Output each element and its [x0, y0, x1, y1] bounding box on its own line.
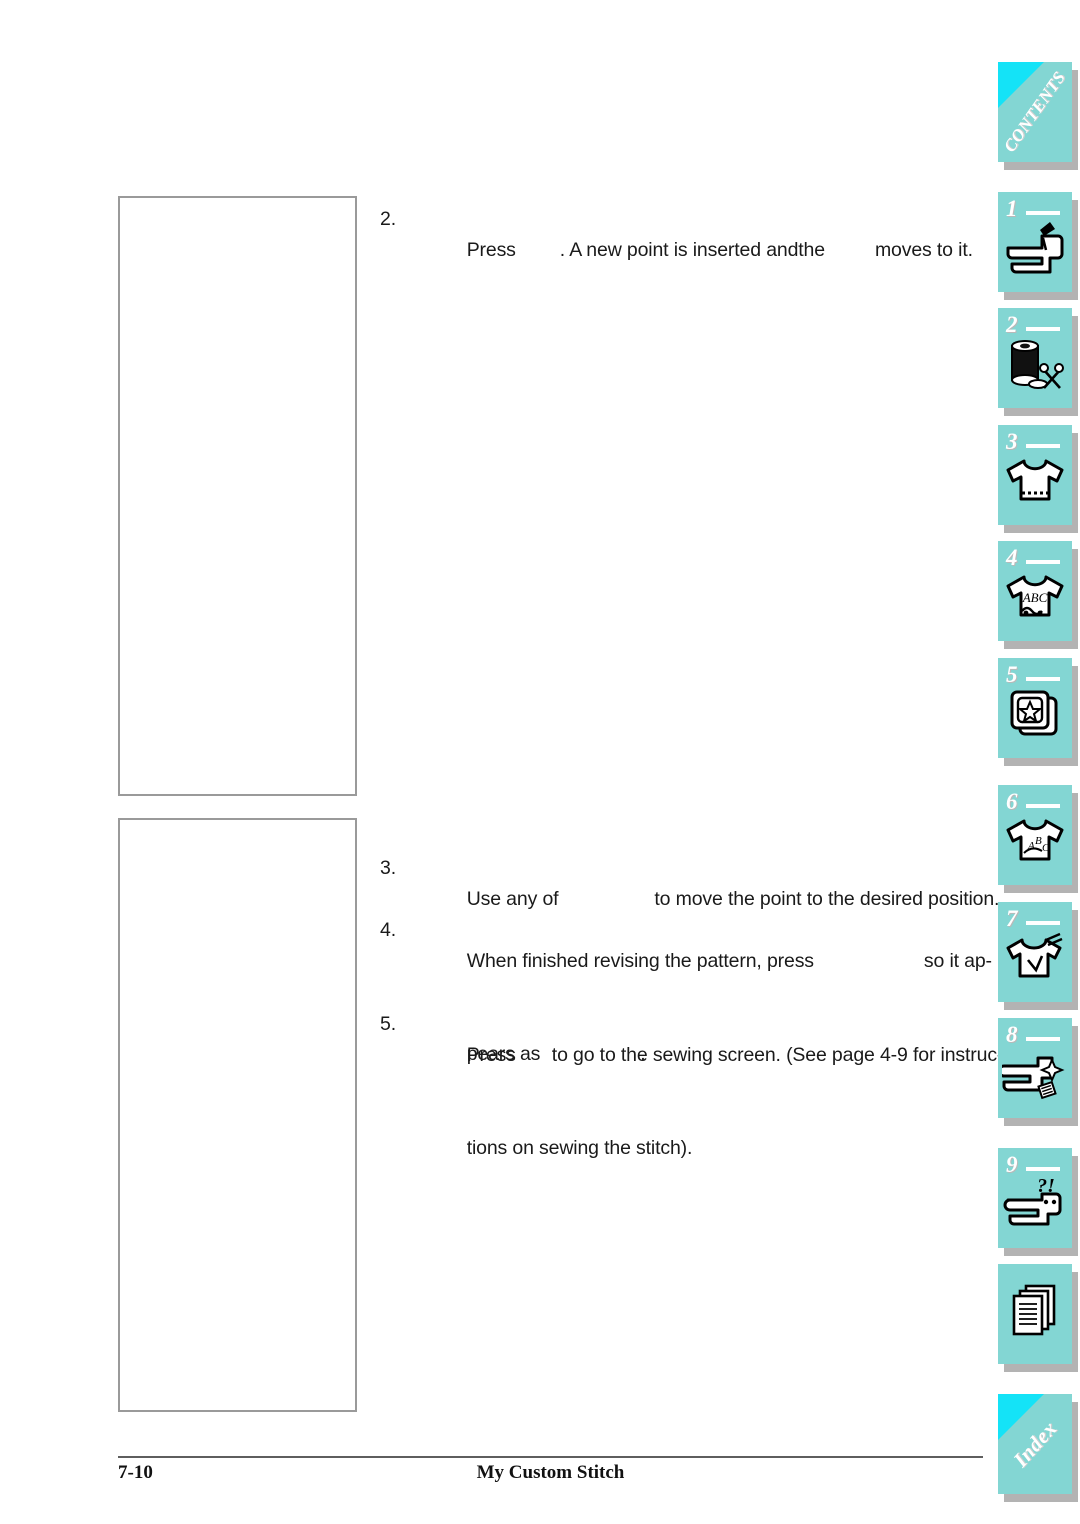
tab-chapter-4[interactable]: 4 ABC	[998, 541, 1078, 649]
tab-index[interactable]: Index	[998, 1394, 1078, 1502]
tab-face: 9 ?!	[998, 1148, 1072, 1248]
step-2-number: 2.	[380, 208, 396, 230]
tab-chapter-8[interactable]: 8	[998, 1018, 1078, 1126]
shirt-lettering-icon: A B C	[1002, 811, 1068, 881]
tab-rule	[1026, 1037, 1060, 1041]
tab-rule	[1026, 211, 1060, 215]
tab-chapter-9[interactable]: 9 ?!	[998, 1148, 1078, 1256]
figure-frame-move-point	[118, 818, 357, 1412]
tab-rule	[1026, 327, 1060, 331]
tab-face: 6 A B C	[998, 785, 1072, 885]
tab-rule	[1026, 1167, 1060, 1171]
tab-contents[interactable]: CONTENTS	[998, 62, 1078, 170]
step-5: 5. Press to go to the sewing screen. (See…	[380, 1009, 1003, 1195]
step-5-text-c: tions on sewing the stitch).	[466, 1137, 693, 1159]
tab-face: 7	[998, 902, 1072, 1002]
step-3-text-b: to move the point to the desired positio…	[654, 888, 1000, 910]
step-4-text-a: When finished revising the pattern, pres…	[466, 950, 814, 972]
step-4-number: 4.	[380, 919, 396, 941]
step-5-text-a: Press	[466, 1044, 516, 1066]
tab-face: 3	[998, 425, 1072, 525]
step-3-text-a: Use any of	[466, 888, 559, 910]
tab-chapter-7[interactable]: 7	[998, 902, 1078, 1010]
shirt-abc-icon: ABC	[1002, 567, 1068, 637]
svg-text:B: B	[1035, 835, 1042, 847]
shirt-stitch-icon	[1002, 451, 1068, 521]
svg-text:?!: ?!	[1037, 1175, 1055, 1197]
tab-face: CONTENTS	[998, 62, 1072, 162]
shirt-custom-stitch-icon	[1002, 928, 1068, 998]
tab-chapter-1[interactable]: 1	[998, 192, 1078, 300]
sewing-machine-needle-icon	[1002, 218, 1068, 288]
tab-rule	[1026, 677, 1060, 681]
index-tab-rail: CONTENTS 1 2 3 4 ABC 5 6 A B C 7 8 9 ?! …	[994, 0, 1080, 1524]
tab-chapter-3[interactable]: 3	[998, 425, 1078, 533]
sewing-machine-question-icon: ?!	[1002, 1174, 1068, 1244]
set-button-image	[814, 966, 924, 967]
tab-face: 8	[998, 1018, 1072, 1118]
figure-frame-insert-point	[118, 196, 357, 796]
document-page: 2. Press . A new point is inserted andthe…	[0, 0, 1080, 1524]
tab-chapter-2[interactable]: 2	[998, 308, 1078, 416]
step-2: 2. Press . A new point is inserted andthe…	[380, 204, 992, 297]
tab-chapter-5[interactable]: 5	[998, 658, 1078, 766]
tab-face	[998, 1264, 1072, 1364]
tab-rule	[1026, 921, 1060, 925]
tab-face: 1	[998, 192, 1072, 292]
thread-spool-scissors-icon	[1002, 334, 1068, 404]
step-2-text-c: the	[798, 239, 825, 261]
tab-face: Index	[998, 1394, 1072, 1494]
tab-rule	[1026, 560, 1060, 564]
svg-text:C: C	[1042, 842, 1050, 854]
tab-face: 4 ABC	[998, 541, 1072, 641]
step-2-text-b: . A new point is inserted and	[559, 239, 799, 261]
tab-chapter-6[interactable]: 6 A B C	[998, 785, 1078, 893]
tab-appendix[interactable]	[998, 1264, 1078, 1372]
tab-label: Index	[1008, 1416, 1062, 1472]
cursor-indicator-image	[825, 255, 875, 256]
step-4-text-b: so it ap-	[923, 950, 992, 972]
tab-rule	[1026, 804, 1060, 808]
step-2-text-a: Press	[466, 239, 516, 261]
ok-button-image	[516, 1060, 552, 1061]
step-5-number: 5.	[380, 1013, 396, 1035]
tab-face: 5	[998, 658, 1072, 758]
embroidery-card-star-icon	[1002, 684, 1068, 754]
tab-label: CONTENTS	[999, 67, 1070, 156]
tab-face: 2	[998, 308, 1072, 408]
svg-text:ABC: ABC	[1022, 590, 1048, 605]
footer-divider	[118, 1456, 983, 1458]
chapter-title: My Custom Stitch	[476, 1462, 625, 1483]
step-2-text-d: moves to it.	[874, 239, 973, 261]
tab-rule	[1026, 444, 1060, 448]
arrow-keys-image	[558, 904, 654, 905]
step-3-number: 3.	[380, 857, 396, 879]
insert-point-key-image	[516, 255, 560, 256]
sewing-machine-settings-icon	[1002, 1044, 1068, 1114]
step-5-text-b: to go to the sewing screen. (See page 4-…	[551, 1044, 1004, 1066]
pages-stack-icon	[1002, 1278, 1068, 1348]
